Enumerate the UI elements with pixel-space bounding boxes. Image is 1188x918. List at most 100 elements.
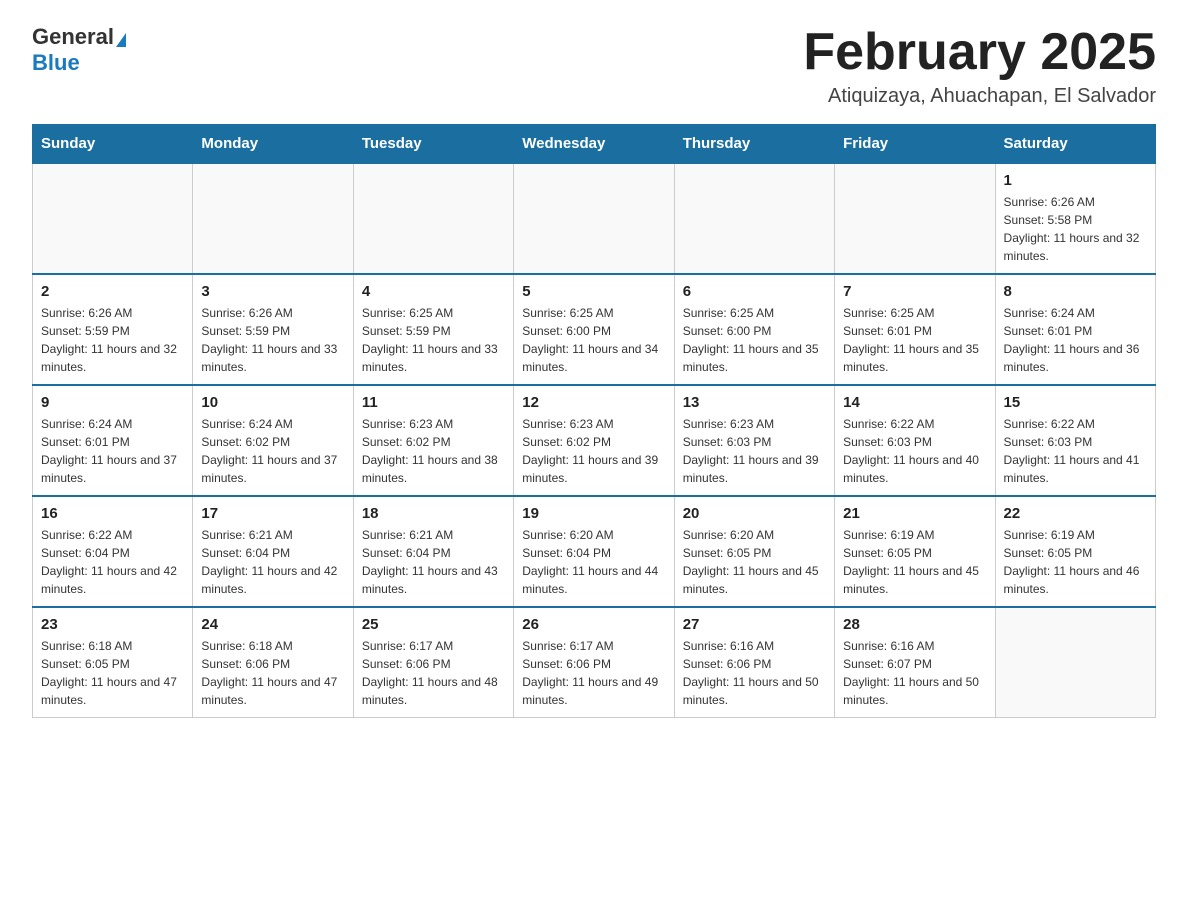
- day-info: Sunrise: 6:22 AMSunset: 6:04 PMDaylight:…: [41, 526, 184, 598]
- day-info: Sunrise: 6:25 AMSunset: 6:00 PMDaylight:…: [522, 304, 665, 376]
- day-info: Sunrise: 6:16 AMSunset: 6:07 PMDaylight:…: [843, 637, 986, 709]
- calendar-cell: 1Sunrise: 6:26 AMSunset: 5:58 PMDaylight…: [995, 163, 1155, 274]
- day-info: Sunrise: 6:21 AMSunset: 6:04 PMDaylight:…: [201, 526, 344, 598]
- day-info: Sunrise: 6:18 AMSunset: 6:06 PMDaylight:…: [201, 637, 344, 709]
- day-number: 13: [683, 394, 826, 411]
- day-number: 18: [362, 505, 505, 522]
- calendar-cell: 14Sunrise: 6:22 AMSunset: 6:03 PMDayligh…: [835, 385, 995, 496]
- calendar-header-row: SundayMondayTuesdayWednesdayThursdayFrid…: [33, 125, 1156, 164]
- day-of-week-header: Tuesday: [353, 125, 513, 164]
- day-number: 15: [1004, 394, 1147, 411]
- day-info: Sunrise: 6:24 AMSunset: 6:01 PMDaylight:…: [1004, 304, 1147, 376]
- calendar-cell: 24 Sunrise: 6:18 AMSunset: 6:06 PMDayligh…: [193, 607, 353, 718]
- day-info: Sunrise: 6:20 AMSunset: 6:05 PMDaylight:…: [683, 526, 826, 598]
- day-number: 6: [683, 283, 826, 300]
- calendar-cell: [514, 163, 674, 274]
- day-number: 28: [843, 616, 986, 633]
- day-info: Sunrise: 6:19 AMSunset: 6:05 PMDaylight:…: [843, 526, 986, 598]
- day-of-week-header: Thursday: [674, 125, 834, 164]
- location-title: Atiquizaya, Ahuachapan, El Salvador: [803, 85, 1156, 108]
- day-number: 17: [201, 505, 344, 522]
- calendar-cell: [353, 163, 513, 274]
- calendar-cell: 19 Sunrise: 6:20 AMSunset: 6:04 PMDayligh…: [514, 496, 674, 607]
- day-number: 26: [522, 616, 665, 633]
- calendar-cell: 10 Sunrise: 6:24 AMSunset: 6:02 PMDayligh…: [193, 385, 353, 496]
- calendar-cell: 26 Sunrise: 6:17 AMSunset: 6:06 PMDayligh…: [514, 607, 674, 718]
- day-info: Sunrise: 6:20 AMSunset: 6:04 PMDaylight:…: [522, 526, 665, 598]
- day-number: 5: [522, 283, 665, 300]
- day-of-week-header: Sunday: [33, 125, 193, 164]
- day-info: Sunrise: 6:25 AMSunset: 6:01 PMDaylight:…: [843, 304, 986, 376]
- day-number: 12: [522, 394, 665, 411]
- calendar-cell: 13 Sunrise: 6:23 AMSunset: 6:03 PMDayligh…: [674, 385, 834, 496]
- day-info: Sunrise: 6:26 AMSunset: 5:59 PMDaylight:…: [41, 304, 184, 376]
- calendar-week-row: 1Sunrise: 6:26 AMSunset: 5:58 PMDaylight…: [33, 163, 1156, 274]
- calendar-cell: 7 Sunrise: 6:25 AMSunset: 6:01 PMDaylight…: [835, 274, 995, 385]
- calendar-cell: 3 Sunrise: 6:26 AMSunset: 5:59 PMDaylight…: [193, 274, 353, 385]
- header-right: February 2025 Atiquizaya, Ahuachapan, El…: [803, 24, 1156, 108]
- calendar-cell: 12 Sunrise: 6:23 AMSunset: 6:02 PMDayligh…: [514, 385, 674, 496]
- day-number: 11: [362, 394, 505, 411]
- day-info: Sunrise: 6:25 AMSunset: 5:59 PMDaylight:…: [362, 304, 505, 376]
- calendar-cell: 6 Sunrise: 6:25 AMSunset: 6:00 PMDaylight…: [674, 274, 834, 385]
- day-info: Sunrise: 6:21 AMSunset: 6:04 PMDaylight:…: [362, 526, 505, 598]
- day-info: Sunrise: 6:24 AMSunset: 6:02 PMDaylight:…: [201, 415, 344, 487]
- day-info: Sunrise: 6:19 AMSunset: 6:05 PMDaylight:…: [1004, 526, 1147, 598]
- calendar-cell: 5 Sunrise: 6:25 AMSunset: 6:00 PMDaylight…: [514, 274, 674, 385]
- calendar-cell: 8 Sunrise: 6:24 AMSunset: 6:01 PMDaylight…: [995, 274, 1155, 385]
- day-number: 7: [843, 283, 986, 300]
- day-number: 2: [41, 283, 184, 300]
- calendar-week-row: 16Sunrise: 6:22 AMSunset: 6:04 PMDayligh…: [33, 496, 1156, 607]
- calendar-cell: 11 Sunrise: 6:23 AMSunset: 6:02 PMDayligh…: [353, 385, 513, 496]
- calendar-cell: 4 Sunrise: 6:25 AMSunset: 5:59 PMDaylight…: [353, 274, 513, 385]
- logo: General Blue: [32, 24, 126, 76]
- calendar-cell: [995, 607, 1155, 718]
- calendar-cell: 20 Sunrise: 6:20 AMSunset: 6:05 PMDayligh…: [674, 496, 834, 607]
- day-number: 24: [201, 616, 344, 633]
- day-number: 25: [362, 616, 505, 633]
- day-info: Sunrise: 6:18 AMSunset: 6:05 PMDaylight:…: [41, 637, 184, 709]
- day-info: Sunrise: 6:26 AMSunset: 5:58 PMDaylight:…: [1004, 193, 1147, 265]
- logo-top-row: General: [32, 24, 126, 50]
- day-number: 14: [843, 394, 986, 411]
- calendar-cell: 22Sunrise: 6:19 AMSunset: 6:05 PMDayligh…: [995, 496, 1155, 607]
- day-number: 4: [362, 283, 505, 300]
- day-of-week-header: Wednesday: [514, 125, 674, 164]
- calendar-cell: 17 Sunrise: 6:21 AMSunset: 6:04 PMDayligh…: [193, 496, 353, 607]
- day-number: 27: [683, 616, 826, 633]
- day-number: 20: [683, 505, 826, 522]
- day-info: Sunrise: 6:23 AMSunset: 6:03 PMDaylight:…: [683, 415, 826, 487]
- day-number: 8: [1004, 283, 1147, 300]
- day-number: 21: [843, 505, 986, 522]
- day-number: 10: [201, 394, 344, 411]
- day-of-week-header: Monday: [193, 125, 353, 164]
- logo-triangle-icon: [116, 33, 126, 47]
- day-info: Sunrise: 6:26 AMSunset: 5:59 PMDaylight:…: [201, 304, 344, 376]
- calendar-cell: 28 Sunrise: 6:16 AMSunset: 6:07 PMDayligh…: [835, 607, 995, 718]
- day-info: Sunrise: 6:23 AMSunset: 6:02 PMDaylight:…: [362, 415, 505, 487]
- calendar-cell: 23 Sunrise: 6:18 AMSunset: 6:05 PMDayligh…: [33, 607, 193, 718]
- day-info: Sunrise: 6:24 AMSunset: 6:01 PMDaylight:…: [41, 415, 184, 487]
- calendar-cell: 25Sunrise: 6:17 AMSunset: 6:06 PMDayligh…: [353, 607, 513, 718]
- calendar-cell: [835, 163, 995, 274]
- calendar-table: SundayMondayTuesdayWednesdayThursdayFrid…: [32, 124, 1156, 718]
- day-info: Sunrise: 6:22 AMSunset: 6:03 PMDaylight:…: [1004, 415, 1147, 487]
- calendar-cell: 2 Sunrise: 6:26 AMSunset: 5:59 PMDaylight…: [33, 274, 193, 385]
- calendar-week-row: 2 Sunrise: 6:26 AMSunset: 5:59 PMDaylight…: [33, 274, 1156, 385]
- day-number: 3: [201, 283, 344, 300]
- logo-blue-text: Blue: [32, 50, 80, 75]
- month-title: February 2025: [803, 24, 1156, 81]
- calendar-week-row: 23 Sunrise: 6:18 AMSunset: 6:05 PMDayligh…: [33, 607, 1156, 718]
- page-header: General Blue February 2025 Atiquizaya, A…: [32, 24, 1156, 108]
- calendar-cell: [33, 163, 193, 274]
- calendar-cell: [674, 163, 834, 274]
- calendar-cell: 16Sunrise: 6:22 AMSunset: 6:04 PMDayligh…: [33, 496, 193, 607]
- day-number: 9: [41, 394, 184, 411]
- logo-general-text: General: [32, 24, 114, 49]
- calendar-cell: [193, 163, 353, 274]
- day-number: 19: [522, 505, 665, 522]
- day-info: Sunrise: 6:17 AMSunset: 6:06 PMDaylight:…: [522, 637, 665, 709]
- day-info: Sunrise: 6:23 AMSunset: 6:02 PMDaylight:…: [522, 415, 665, 487]
- day-number: 23: [41, 616, 184, 633]
- day-info: Sunrise: 6:25 AMSunset: 6:00 PMDaylight:…: [683, 304, 826, 376]
